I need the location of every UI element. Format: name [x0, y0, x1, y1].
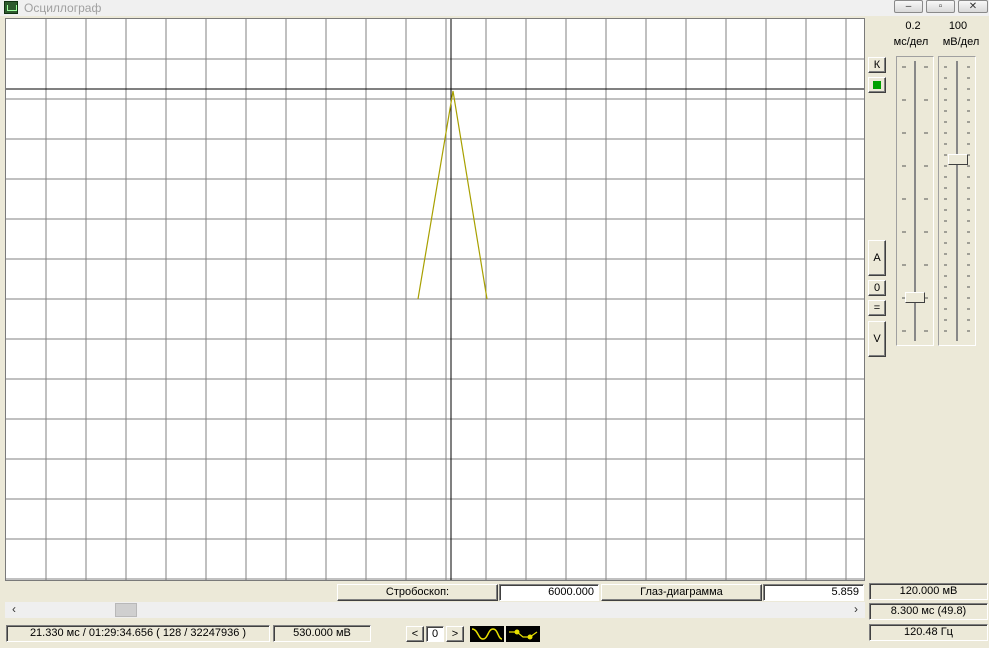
scrollbar-thumb[interactable]: [115, 603, 137, 617]
time-scale-unit: мс/дел: [893, 36, 929, 48]
oscilloscope-app-icon: [4, 1, 18, 14]
next-button[interactable]: >: [446, 626, 464, 642]
title-bar: Осциллограф ‒ ▫ ✕: [0, 0, 989, 16]
time-scale-slider[interactable]: [896, 56, 934, 346]
time-scale-value: 0.2: [905, 20, 921, 32]
prev-button[interactable]: <: [406, 626, 424, 642]
strobe-button[interactable]: Стробоскоп:: [337, 584, 498, 601]
volt-scale-value: 100: [948, 20, 968, 32]
equals-button[interactable]: =: [868, 300, 886, 316]
eye-diagram-button[interactable]: Глаз-диаграмма: [601, 584, 762, 601]
a-button[interactable]: A: [868, 240, 886, 276]
signal-trace: [417, 90, 488, 300]
green-square-icon: [873, 81, 881, 89]
horizontal-scrollbar[interactable]: ‹ ›: [5, 602, 865, 618]
time-slider-thumb[interactable]: [905, 292, 925, 303]
volt-slider-ticks: [944, 61, 970, 341]
voltage-readout: 120.000 мВ: [869, 583, 988, 600]
level-readout: 530.000 мВ: [273, 625, 371, 642]
v-button[interactable]: V: [868, 321, 886, 357]
grid-lines: [6, 19, 864, 580]
window-title: Осциллограф: [24, 1, 102, 15]
volt-scale-slider[interactable]: [938, 56, 976, 346]
frame-index-field[interactable]: 0: [426, 626, 444, 642]
plot-canvas: [6, 19, 864, 580]
close-button[interactable]: ✕: [958, 0, 988, 13]
time-readout: 8.300 мс (49.8): [869, 603, 988, 620]
scroll-right-arrow[interactable]: ›: [849, 602, 863, 618]
k-button[interactable]: К: [868, 57, 886, 73]
points-mode-icon[interactable]: [506, 626, 540, 642]
volt-scale-unit: мВ/дел: [942, 36, 980, 48]
eye-diagram-value-field[interactable]: 5.859: [763, 584, 864, 601]
wave-mode-icon[interactable]: [470, 626, 504, 642]
strobe-value-field[interactable]: 6000.000: [499, 584, 599, 601]
restore-button[interactable]: ▫: [926, 0, 955, 13]
color-toggle-button[interactable]: [868, 77, 886, 93]
volt-slider-thumb[interactable]: [948, 154, 968, 165]
oscilloscope-plot[interactable]: [5, 18, 865, 581]
scroll-left-arrow[interactable]: ‹: [7, 602, 21, 618]
minimize-button[interactable]: ‒: [894, 0, 923, 13]
zero-button[interactable]: 0: [868, 280, 886, 296]
position-readout: 21.330 мс / 01:29:34.656 ( 128 / 3224793…: [6, 625, 270, 642]
frequency-readout: 120.48 Гц: [869, 624, 988, 641]
